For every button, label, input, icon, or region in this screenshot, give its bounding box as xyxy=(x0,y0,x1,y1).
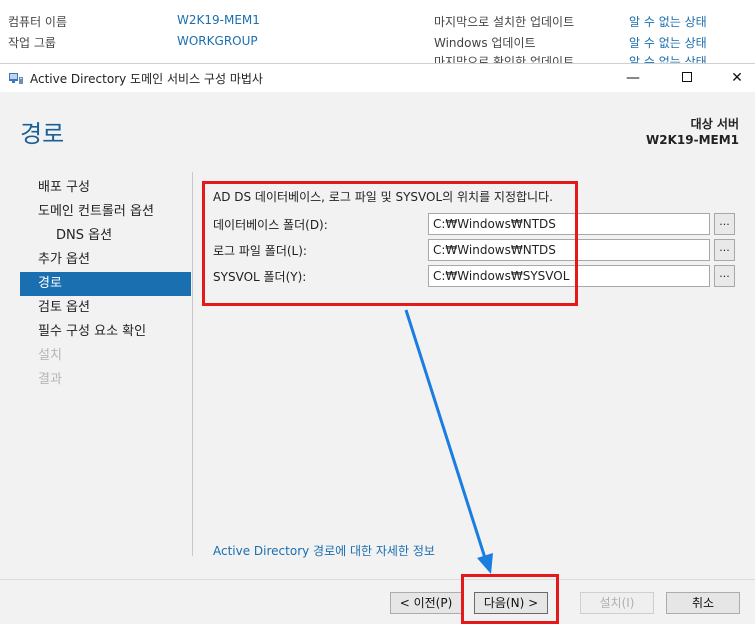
windows-update-label: Windows 업데이트 xyxy=(434,36,536,50)
paths-highlight-box xyxy=(202,181,578,306)
windows-update-value[interactable]: 알 수 없는 상태 xyxy=(629,36,707,50)
server-manager-background: 컴퓨터 이름 W2K19-MEM1 마지막으로 설치한 업데이트 알 수 없는 … xyxy=(0,0,755,64)
sysvol-folder-browse-button[interactable]: ... xyxy=(714,265,735,287)
nav-item-deployment-config[interactable]: 배포 구성 xyxy=(20,176,191,200)
nav-item-results: 결과 xyxy=(38,372,62,387)
workgroup-label: 작업 그룹 xyxy=(8,36,56,50)
target-server-info: 대상 서버 W2K19-MEM1 xyxy=(646,116,739,148)
last-installed-update-value[interactable]: 알 수 없는 상태 xyxy=(629,15,707,29)
previous-button[interactable]: < 이전(P) xyxy=(390,592,462,614)
ad-wizard-app-icon xyxy=(8,71,24,85)
last-installed-update-label: 마지막으로 설치한 업데이트 xyxy=(434,15,575,29)
cancel-button[interactable]: 취소 xyxy=(666,592,740,614)
maximize-icon xyxy=(682,71,692,82)
computer-name-label: 컴퓨터 이름 xyxy=(8,15,68,29)
nav-item-review-options[interactable]: 검토 옵션 xyxy=(20,296,191,320)
last-checked-update-value[interactable]: 알 수 없는 상태 xyxy=(629,55,707,63)
wizard-body: 경로 대상 서버 W2K19-MEM1 배포 구성 도메인 컨트롤러 옵션 DN… xyxy=(0,92,755,579)
database-folder-browse-button[interactable]: ... xyxy=(714,213,735,235)
maximize-button[interactable] xyxy=(672,67,702,89)
target-server-name: W2K19-MEM1 xyxy=(646,133,739,147)
more-info-link[interactable]: Active Directory 경로에 대한 자세한 정보 xyxy=(213,542,435,559)
target-server-label: 대상 서버 xyxy=(690,117,739,131)
nav-item-paths[interactable]: 경로 xyxy=(20,272,191,296)
close-button[interactable]: ✕ xyxy=(722,67,752,89)
nav-item-installation: 설치 xyxy=(38,348,62,363)
nav-item-additional-options[interactable]: 추가 옵션 xyxy=(20,248,191,272)
wizard-nav: 배포 구성 도메인 컨트롤러 옵션 DNS 옵션 추가 옵션 경로 검토 옵션 … xyxy=(20,176,191,392)
bg-row-computer-name: 컴퓨터 이름 xyxy=(8,13,67,30)
workgroup-value[interactable]: WORKGROUP xyxy=(177,34,258,48)
log-folder-browse-button[interactable]: ... xyxy=(714,239,735,261)
window-title: Active Directory 도메인 서비스 구성 마법사 xyxy=(30,72,263,86)
page-title: 경로 xyxy=(20,120,65,148)
computer-name-value[interactable]: W2K19-MEM1 xyxy=(177,13,260,27)
nav-divider xyxy=(192,172,193,556)
title-bar[interactable]: Active Directory 도메인 서비스 구성 마법사 — ✕ xyxy=(0,64,755,92)
minimize-button[interactable]: — xyxy=(618,67,648,89)
nav-item-prerequisites-check[interactable]: 필수 구성 요소 확인 xyxy=(20,320,191,344)
nav-item-dc-options[interactable]: 도메인 컨트롤러 옵션 xyxy=(20,200,191,224)
nav-item-dns-options[interactable]: DNS 옵션 xyxy=(20,224,191,248)
install-button: 설치(I) xyxy=(580,592,654,614)
wizard-footer: < 이전(P) 다음(N) > 설치(I) 취소 xyxy=(0,579,755,624)
last-checked-update-label: 마지막으로 확인한 업데이트 xyxy=(434,55,575,63)
next-button-highlight-box xyxy=(461,574,559,624)
ad-ds-config-wizard-window: Active Directory 도메인 서비스 구성 마법사 — ✕ 경로 대… xyxy=(0,63,755,624)
